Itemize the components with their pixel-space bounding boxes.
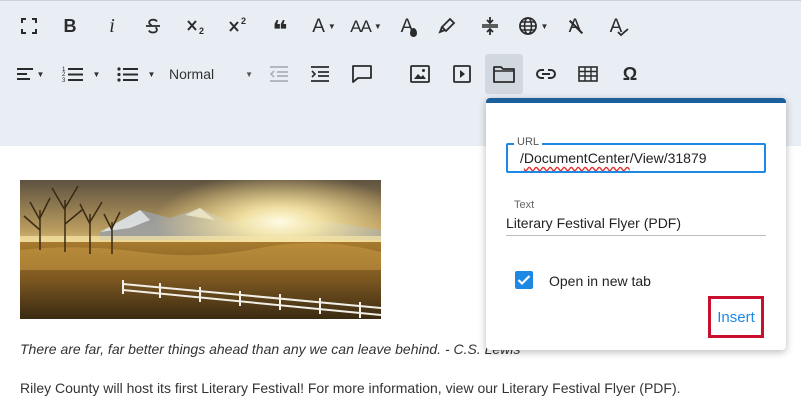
open-in-new-tab-checkbox[interactable] bbox=[515, 271, 533, 289]
chevron-down-icon: ▼ bbox=[36, 69, 45, 79]
bullet-list-icon bbox=[116, 67, 138, 82]
indent-button[interactable] bbox=[305, 56, 335, 92]
folder-icon bbox=[493, 66, 515, 83]
language-button[interactable]: ▼ bbox=[514, 8, 552, 44]
url-value: /DocumentCenter/View/31879 bbox=[520, 150, 707, 166]
chevron-down-icon: ▼ bbox=[327, 21, 336, 31]
clear-formatting-button[interactable]: A bbox=[560, 8, 590, 44]
chevron-down-icon: ▼ bbox=[540, 21, 549, 31]
omega-icon: Ω bbox=[622, 64, 638, 84]
insert-button[interactable]: Insert bbox=[708, 296, 764, 338]
font-size-icon: AA bbox=[350, 16, 372, 36]
paragraph-style-select[interactable]: Normal ▼ bbox=[163, 56, 259, 92]
comment-icon bbox=[352, 65, 372, 83]
italic-icon: i bbox=[109, 15, 115, 37]
outdent-icon bbox=[269, 66, 288, 82]
text-field-underline bbox=[506, 235, 766, 236]
text-color-button[interactable]: A bbox=[392, 8, 422, 44]
italic-button[interactable]: i bbox=[97, 8, 127, 44]
quote-text: There are far, far better things ahead t… bbox=[20, 341, 521, 357]
text-label: Text bbox=[514, 199, 535, 211]
outdent-button[interactable] bbox=[264, 56, 294, 92]
clear-formatting-icon: A bbox=[568, 17, 583, 36]
align-button[interactable]: ▼ bbox=[12, 56, 48, 92]
subscript-button[interactable]: 2 bbox=[180, 8, 214, 44]
blockquote-button[interactable]: ❝ bbox=[265, 8, 295, 44]
url-label: URL bbox=[514, 136, 543, 148]
strikethrough-icon bbox=[146, 18, 160, 34]
video-icon bbox=[453, 65, 471, 83]
language-globe-icon bbox=[518, 17, 537, 35]
highlight-icon bbox=[438, 17, 456, 34]
landscape-photo[interactable] bbox=[20, 180, 381, 319]
spellcheck-button[interactable]: A bbox=[601, 8, 631, 44]
bullet-list-button[interactable]: ▼ bbox=[113, 56, 159, 92]
url-field[interactable]: URL /DocumentCenter/View/31879 bbox=[506, 136, 766, 173]
checkmark-icon bbox=[517, 275, 531, 286]
superscript-icon: 2 bbox=[229, 16, 246, 32]
table-icon bbox=[578, 66, 598, 82]
svg-text:3: 3 bbox=[62, 78, 66, 83]
insert-link-folder-button[interactable] bbox=[485, 54, 523, 94]
bold-button[interactable]: B bbox=[55, 8, 85, 44]
fullscreen-button[interactable] bbox=[14, 8, 44, 44]
superscript-button[interactable]: 2 bbox=[222, 8, 256, 44]
line-height-icon bbox=[482, 17, 498, 35]
insert-link-button[interactable] bbox=[530, 56, 562, 92]
strikethrough-button[interactable] bbox=[138, 8, 168, 44]
chevron-down-icon: ▼ bbox=[373, 21, 382, 31]
sunset-field-image bbox=[20, 180, 381, 319]
subscript-icon: 2 bbox=[187, 20, 204, 36]
chevron-down-icon: ▼ bbox=[147, 69, 156, 79]
link-icon bbox=[536, 69, 556, 79]
comment-button[interactable] bbox=[347, 56, 377, 92]
insert-image-button[interactable] bbox=[405, 56, 435, 92]
spellcheck-icon: A bbox=[610, 17, 629, 36]
ordered-list-button[interactable]: 1 2 3 ▼ bbox=[58, 56, 104, 92]
text-field[interactable]: Literary Festival Flyer (PDF) bbox=[506, 215, 681, 231]
align-left-icon bbox=[16, 68, 33, 80]
paragraph-style-value: Normal bbox=[169, 66, 215, 82]
link-dialog: URL /DocumentCenter/View/31879 Text Lite… bbox=[486, 98, 786, 350]
chevron-down-icon: ▼ bbox=[92, 69, 101, 79]
chevron-down-icon: ▼ bbox=[245, 69, 253, 79]
indent-icon bbox=[311, 66, 329, 82]
text-color-icon: A bbox=[401, 17, 417, 37]
body-paragraph: Riley County will host its first Literar… bbox=[20, 380, 681, 396]
insert-video-button[interactable] bbox=[447, 56, 477, 92]
svg-text:2: 2 bbox=[241, 16, 246, 26]
open-in-new-tab-label[interactable]: Open in new tab bbox=[549, 273, 651, 289]
special-characters-button[interactable]: Ω bbox=[615, 56, 645, 92]
insert-table-button[interactable] bbox=[573, 56, 603, 92]
font-family-button[interactable]: A ▼ bbox=[306, 8, 342, 44]
font-family-icon: A bbox=[312, 15, 325, 37]
svg-text:2: 2 bbox=[199, 26, 204, 36]
font-size-button[interactable]: AA ▼ bbox=[347, 8, 385, 44]
ordered-list-icon: 1 2 3 bbox=[62, 67, 83, 83]
fullscreen-icon bbox=[21, 18, 37, 34]
highlight-button[interactable] bbox=[432, 8, 462, 44]
image-icon bbox=[410, 65, 430, 83]
line-height-button[interactable] bbox=[475, 8, 505, 44]
bold-icon: B bbox=[63, 16, 77, 36]
quote-icon: ❝ bbox=[272, 15, 288, 45]
